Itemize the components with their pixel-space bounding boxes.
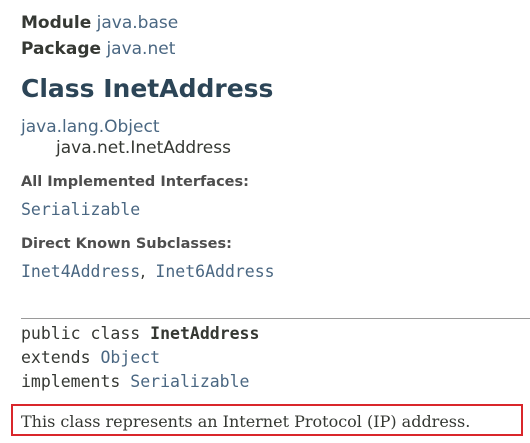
module-line: Module java.base (21, 10, 530, 36)
class-page: Module java.base Package java.net Class … (21, 10, 530, 283)
signature-modifiers: public class (21, 324, 141, 343)
implemented-interfaces-heading: All Implemented Interfaces: (21, 174, 249, 190)
class-signature: public class InetAddress extends Object … (21, 322, 259, 394)
subclass-link-inet4address[interactable]: Inet4Address (21, 262, 140, 281)
implements-keyword: implements (21, 372, 121, 391)
subclass-separator: , (140, 262, 146, 281)
module-label: Module (21, 13, 92, 33)
package-link[interactable]: java.net (106, 39, 175, 59)
signature-class-name: InetAddress (150, 324, 260, 343)
package-line: Package java.net (21, 36, 530, 62)
subclass-link-inet6address[interactable]: Inet6Address (155, 262, 274, 281)
section-divider (21, 318, 530, 319)
interface-link-serializable[interactable]: Serializable (21, 200, 140, 219)
signature-implements: implements Serializable (21, 370, 259, 394)
extends-keyword: extends (21, 348, 91, 367)
inheritance-tree: java.lang.Object java.net.InetAddress (21, 117, 530, 159)
direct-subclasses-list: Inet4Address, Inet6Address (21, 261, 530, 283)
signature-extends: extends Object (21, 346, 259, 370)
direct-subclasses-heading: Direct Known Subclasses: (21, 236, 232, 252)
inheritance-parent-link[interactable]: java.lang.Object (21, 117, 160, 137)
page-title: Class InetAddress (21, 74, 274, 103)
signature-declaration: public class InetAddress (21, 322, 259, 346)
implements-serializable-link[interactable]: Serializable (130, 372, 249, 391)
inheritance-child: java.net.InetAddress (56, 138, 231, 158)
module-link[interactable]: java.base (97, 13, 179, 33)
extends-object-link[interactable]: Object (100, 348, 160, 367)
class-description: This class represents an Internet Protoc… (21, 412, 471, 431)
package-label: Package (21, 39, 102, 59)
implemented-interfaces-list: Serializable (21, 199, 530, 221)
